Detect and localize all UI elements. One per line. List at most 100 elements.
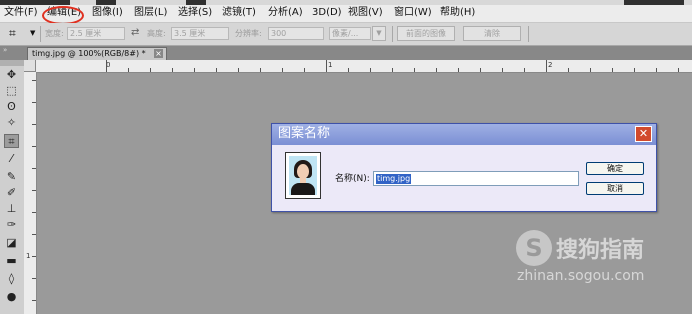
watermark-url: zhinan.sogou.com — [517, 268, 645, 284]
ruler-tick — [568, 68, 569, 72]
portrait-shoulders — [291, 183, 315, 195]
ruler-tick — [414, 68, 415, 72]
resolution-field[interactable]: 300 — [268, 27, 324, 40]
ruler-tick — [32, 278, 36, 279]
pattern-name-dialog: 图案名称 ✕ 名称(N): timg.jpg 确定 取消 — [271, 123, 657, 212]
ruler-tick — [656, 68, 657, 72]
dodge-tool-icon[interactable]: ● — [4, 290, 19, 304]
front-image-button[interactable]: 前面的图像 — [397, 26, 455, 41]
close-icon[interactable]: ✕ — [635, 126, 652, 142]
menu-image[interactable]: 图像(I) — [92, 7, 123, 19]
ruler-tick — [32, 124, 36, 125]
ruler-label: 1 — [328, 61, 333, 69]
menu-help[interactable]: 帮助(H) — [440, 7, 475, 19]
ruler-tick — [326, 60, 327, 72]
ruler-tick — [260, 68, 261, 72]
clear-button[interactable]: 清除 — [463, 26, 521, 41]
ruler-tick — [458, 68, 459, 72]
ruler-tick — [32, 146, 36, 147]
swap-icon[interactable]: ⇄ — [131, 27, 139, 38]
ruler-tick — [128, 68, 129, 72]
vertical-ruler[interactable]: 1 — [24, 72, 37, 314]
gradient-tool-icon[interactable]: ▬ — [4, 254, 19, 268]
menu-filter[interactable]: 滤镜(T) — [222, 7, 256, 19]
history-brush-tool-icon[interactable]: ✑ — [4, 218, 19, 232]
unit-select[interactable]: 像素/... — [329, 27, 371, 40]
ruler-tick — [32, 300, 36, 301]
width-label: 宽度: — [45, 29, 64, 38]
sogou-logo-glyph: S — [525, 234, 543, 262]
ruler-tick — [524, 68, 525, 72]
ruler-tick — [32, 234, 36, 235]
ruler-tick — [32, 190, 36, 191]
magic-wand-tool-icon[interactable]: ✧ — [4, 116, 19, 130]
blur-tool-icon[interactable]: ◊ — [4, 272, 19, 286]
height-field[interactable]: 3.5 厘米 — [171, 27, 229, 40]
ruler-tick — [546, 60, 547, 72]
name-input[interactable]: timg.jpg — [373, 171, 579, 186]
ruler-label: 1 — [26, 252, 31, 260]
separator — [40, 26, 41, 42]
ruler-tick — [436, 68, 437, 72]
ruler-tick — [32, 168, 36, 169]
separator — [528, 26, 529, 42]
ruler-tick — [194, 68, 195, 72]
ruler-tick — [502, 68, 503, 72]
cancel-button[interactable]: 取消 — [586, 182, 644, 195]
sogou-logo-icon: S — [516, 230, 552, 266]
menu-layer[interactable]: 图层(L) — [134, 7, 167, 19]
resolution-label: 分辨率: — [235, 29, 262, 38]
move-tool-icon[interactable]: ✥ — [4, 68, 19, 82]
ruler-tick — [172, 68, 173, 72]
chevron-down-icon[interactable]: ▼ — [372, 26, 386, 41]
crop-tool-icon[interactable]: ⌗ — [4, 134, 19, 148]
watermark-brand: 搜狗指南 — [556, 238, 645, 263]
ruler-origin[interactable] — [24, 60, 36, 72]
menu-select[interactable]: 选择(S) — [178, 7, 212, 19]
width-field[interactable]: 2.5 厘米 — [67, 27, 125, 40]
pattern-thumbnail — [285, 152, 321, 199]
ruler-tick — [32, 102, 36, 103]
dialog-title: 图案名称 — [278, 126, 331, 141]
menu-3d[interactable]: 3D(D) — [312, 7, 342, 19]
stamp-tool-icon[interactable]: ⊥ — [4, 202, 19, 216]
name-label: 名称(N): — [335, 174, 370, 184]
marquee-tool-icon[interactable]: ⬚ — [4, 84, 19, 98]
ruler-tick — [32, 80, 36, 81]
dialog-title-bar[interactable]: 图案名称 ✕ — [272, 124, 656, 145]
horizontal-ruler[interactable]: 0 1 2 — [36, 60, 692, 73]
height-label: 高度: — [147, 29, 166, 38]
ruler-tick — [480, 68, 481, 72]
menu-edit[interactable]: 编辑(E) — [47, 7, 81, 19]
crop-tool-icon[interactable]: ⌗ — [9, 26, 16, 41]
ruler-tick — [238, 68, 239, 72]
eyedropper-tool-icon[interactable]: ⁄ — [4, 152, 19, 166]
toolbox-grip[interactable] — [0, 60, 24, 66]
ruler-tick — [392, 68, 393, 72]
ok-button[interactable]: 确定 — [586, 162, 644, 175]
separator — [392, 26, 393, 42]
menu-file[interactable]: 文件(F) — [4, 7, 38, 19]
name-input-selected-text: timg.jpg — [376, 174, 412, 184]
ruler-tick — [282, 68, 283, 72]
ruler-tick — [678, 68, 679, 72]
healing-brush-tool-icon[interactable]: ✎ — [4, 170, 19, 184]
close-icon[interactable]: × — [154, 49, 163, 58]
ruler-tick — [590, 68, 591, 72]
brush-tool-icon[interactable]: ✐ — [4, 186, 19, 200]
collapse-arrows-icon[interactable]: » — [3, 46, 7, 54]
document-tab[interactable]: timg.jpg @ 100%(RGB/8#) * × — [27, 47, 167, 60]
menu-window[interactable]: 窗口(W) — [394, 7, 432, 19]
eraser-tool-icon[interactable]: ◪ — [4, 236, 19, 250]
menu-bar: 文件(F) 编辑(E) 图像(I) 图层(L) 选择(S) 滤镜(T) 分析(A… — [0, 5, 692, 25]
ruler-tick — [106, 60, 107, 72]
ruler-tick — [348, 68, 349, 72]
ruler-tick — [150, 68, 151, 72]
ruler-tick — [32, 212, 36, 213]
menu-analysis[interactable]: 分析(A) — [268, 7, 303, 19]
lasso-tool-icon[interactable]: ʘ — [4, 100, 19, 114]
menu-view[interactable]: 视图(V) — [348, 7, 383, 19]
document-tab-title: timg.jpg @ 100%(RGB/8#) * — [32, 49, 146, 58]
ruler-tick — [32, 256, 36, 257]
chevron-down-icon[interactable]: ▼ — [30, 29, 35, 37]
